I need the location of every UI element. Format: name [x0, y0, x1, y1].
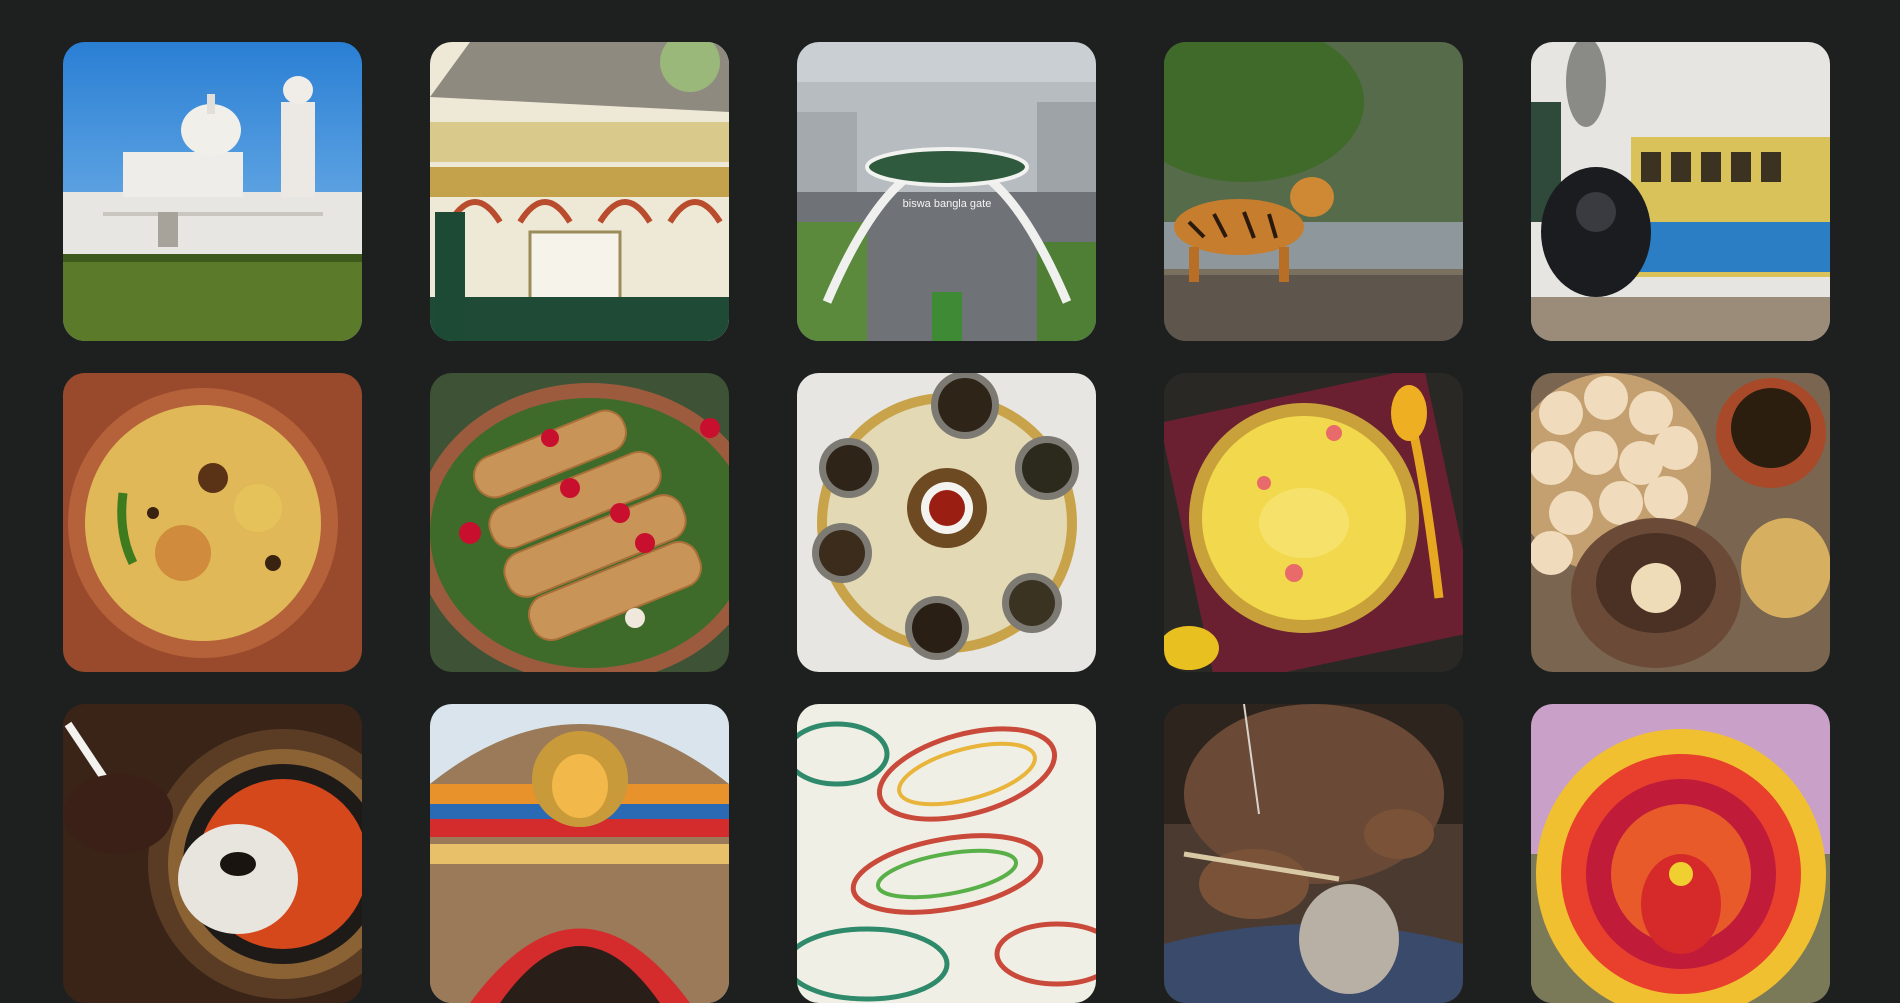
gallery-tile-victoria-memorial[interactable]	[63, 42, 362, 341]
toy-train-image	[1531, 42, 1830, 341]
gallery-tile-kantha-embroidery[interactable]	[797, 704, 1096, 1003]
gallery-tile-payesh[interactable]	[1164, 373, 1463, 672]
kantha-embroidery-image	[797, 704, 1096, 1003]
phuchka-image	[1531, 373, 1830, 672]
biryani-image	[63, 373, 362, 672]
chhau-mask-image	[1531, 704, 1830, 1003]
gallery-tile-durga-pandal[interactable]	[430, 704, 729, 1003]
gallery-tile-toy-train[interactable]	[1531, 42, 1830, 341]
gallery-tile-phuchka[interactable]	[1531, 373, 1830, 672]
bengal-tiger-image	[1164, 42, 1463, 341]
gallery-tile-durga-idol[interactable]	[63, 704, 362, 1003]
gate-sign-text: biswa bangla gate	[903, 198, 992, 210]
gallery-tile-ornate-pavilion[interactable]	[430, 42, 729, 341]
durga-idol-image	[63, 704, 362, 1003]
biswa-bangla-gate-image: biswa bangla gate	[797, 42, 1096, 341]
gallery-tile-clay-sculpting[interactable]	[1164, 704, 1463, 1003]
victoria-memorial-image	[63, 42, 362, 341]
gallery-tile-patishapta[interactable]	[430, 373, 729, 672]
gallery-tile-tea-platter[interactable]	[797, 373, 1096, 672]
gallery-tile-biryani[interactable]	[63, 373, 362, 672]
clay-sculpting-image	[1164, 704, 1463, 1003]
tea-platter-image	[797, 373, 1096, 672]
ornate-pavilion-image	[430, 42, 729, 341]
patishapta-image	[430, 373, 729, 672]
payesh-image	[1164, 373, 1463, 672]
image-gallery-grid: biswa bangla gate	[63, 42, 1830, 1003]
gallery-tile-bengal-tiger[interactable]	[1164, 42, 1463, 341]
gallery-tile-biswa-bangla-gate[interactable]: biswa bangla gate	[797, 42, 1096, 341]
gallery-tile-chhau-mask[interactable]	[1531, 704, 1830, 1003]
durga-pandal-image	[430, 704, 729, 1003]
